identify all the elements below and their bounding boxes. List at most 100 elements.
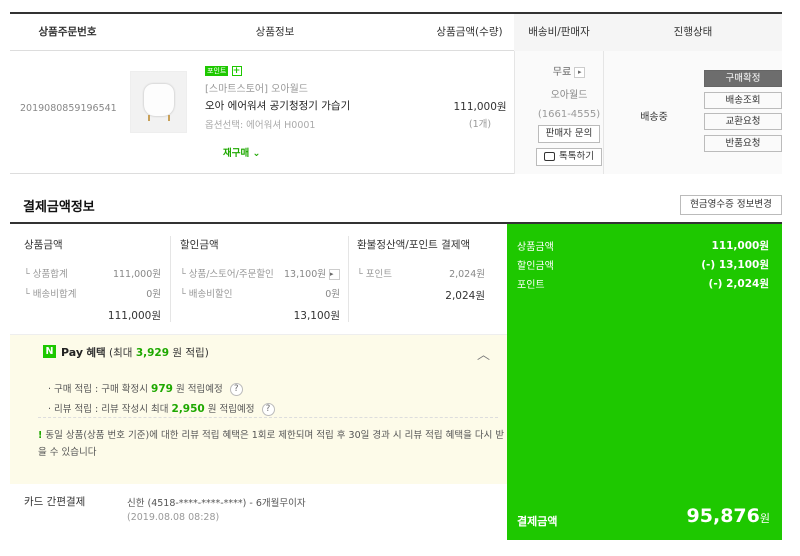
discount-product-value: 13,100원 bbox=[284, 269, 326, 280]
discount-title: 할인금액 bbox=[180, 239, 219, 251]
header-order-no: 상품주문번호 bbox=[38, 26, 97, 38]
exchange-request-button[interactable]: 교환요청 bbox=[704, 113, 782, 130]
purchase-benefit-prefix: · 구매 적립 : 구매 확정시 bbox=[48, 384, 148, 395]
purchase-benefit-value: 979 bbox=[151, 383, 173, 395]
summary-discount-label: 할인금액 bbox=[517, 261, 554, 272]
header-status: 진행상태 bbox=[604, 14, 782, 51]
discount-shipping-label: └ 배송비할인 bbox=[180, 289, 233, 300]
rebuy-label: 재구매 bbox=[223, 148, 250, 159]
summary-point-value: (-) 2,024원 bbox=[708, 278, 769, 290]
order-table-header: 상품주문번호 상품정보 상품금액(수량) 배송비/판매자 진행상태 bbox=[10, 14, 782, 51]
order-number: 2019080859196541 bbox=[20, 103, 117, 114]
seller-name: 오아월드 bbox=[550, 90, 588, 101]
point-row: └ 포인트 2,024원 bbox=[357, 266, 485, 280]
discount-total: 13,100원 bbox=[293, 310, 340, 322]
product-info: 포인트 + [스마트스토어] 오아월드 오아 에어워셔 공기청정기 가습기 옵션… bbox=[205, 66, 435, 131]
product-amount-title: 상품금액 bbox=[24, 239, 63, 251]
chevron-down-icon: ⌄ bbox=[252, 148, 261, 159]
chevron-up-icon[interactable]: ︿ bbox=[477, 344, 490, 363]
status-buttons: 구매확정 배송조회 교환요청 반품요청 bbox=[704, 70, 784, 156]
shipping-sum-row: └ 배송비합계 0원 bbox=[24, 286, 161, 300]
product-qty: (1개) bbox=[468, 119, 492, 130]
shipping-fee-label: 무료 bbox=[552, 67, 572, 78]
discount-shipping-value: 0원 bbox=[325, 289, 340, 300]
npay-logo-icon: N bbox=[43, 345, 56, 358]
shipping-sum-label: └ 배송비합계 bbox=[24, 289, 77, 300]
header-price-qty: 상품금액(수량) bbox=[436, 26, 503, 38]
summary-product-value: 111,000원 bbox=[711, 240, 769, 252]
refund-point-title: 환불정산액/포인트 결제액 bbox=[357, 239, 471, 251]
product-sum-label: └ 상품합계 bbox=[24, 269, 68, 280]
npay-benefit-header: Pay 혜택 (최대 3,929 원 적립) bbox=[61, 345, 209, 360]
final-amount-label: 결제금액 bbox=[517, 515, 558, 528]
talk-button[interactable]: 톡톡하기 bbox=[536, 148, 602, 166]
confirm-purchase-button[interactable]: 구매확정 bbox=[704, 70, 782, 87]
point-label: └ 포인트 bbox=[357, 269, 392, 280]
arrow-right-icon[interactable]: ▸ bbox=[574, 66, 586, 78]
payment-summary-panel: 상품금액 111,000원 할인금액 (-) 13,100원 포인트 (-) 2… bbox=[507, 224, 782, 540]
order-table: 상품주문번호 상품정보 상품금액(수량) 배송비/판매자 진행상태 201908… bbox=[10, 12, 782, 174]
payment-detail: 상품금액 └ 상품합계 111,000원 └ 배송비합계 0원 111,000원… bbox=[10, 224, 507, 540]
review-benefit-prefix: · 리뷰 적립 : 리뷰 작성시 최대 bbox=[48, 404, 169, 415]
cash-receipt-button[interactable]: 현금영수증 정보변경 bbox=[680, 195, 782, 215]
humidifier-image bbox=[144, 84, 174, 116]
seller-phone: (1661-4555) bbox=[537, 109, 601, 120]
discount-product-value-wrap: 13,100원 ▸ bbox=[284, 266, 340, 280]
product-thumbnail[interactable] bbox=[130, 71, 187, 133]
summary-product-label: 상품금액 bbox=[517, 242, 554, 253]
humidifier-leg bbox=[148, 115, 150, 121]
product-price: 111,000원 bbox=[453, 101, 507, 113]
price-area: 111,000원 (1개) bbox=[435, 99, 525, 130]
refund-point-section: 환불정산액/포인트 결제액 └ 포인트 2,024원 2,024원 bbox=[357, 224, 485, 334]
product-name[interactable]: 오아 에어워셔 공기청정기 가습기 bbox=[205, 98, 435, 113]
talk-button-label: 톡톡하기 bbox=[559, 151, 594, 162]
seller-inquiry-button[interactable]: 판매자 문의 bbox=[537, 125, 601, 143]
review-benefit-value: 2,950 bbox=[171, 403, 205, 415]
order-row: 2019080859196541 포인트 + [스마트스토어] 오아월드 오아 … bbox=[10, 51, 782, 174]
discount-product-row: └ 상품/스토어/주문할인 13,100원 ▸ bbox=[180, 266, 340, 280]
discount-section: 할인금액 └ 상품/스토어/주문할인 13,100원 ▸ └ 배송비할인 0원 1… bbox=[180, 224, 340, 334]
shipping-seller-area: 무료 ▸ 오아월드 (1661-4555) 판매자 문의 톡톡하기 bbox=[524, 63, 614, 166]
card-payment-label: 카드 간편결제 bbox=[24, 496, 86, 508]
product-amount-total: 111,000원 bbox=[107, 310, 161, 322]
refund-point-total: 2,024원 bbox=[445, 290, 485, 302]
shipping-fee: 무료 ▸ bbox=[524, 63, 614, 78]
chat-icon bbox=[544, 152, 556, 161]
track-delivery-button[interactable]: 배송조회 bbox=[704, 91, 782, 109]
npay-max-prefix: (최대 bbox=[109, 347, 133, 359]
final-amount-unit: 원 bbox=[759, 512, 770, 525]
summary-discount-row: 할인금액 (-) 13,100원 bbox=[517, 257, 769, 272]
discount-shipping-row: └ 배송비할인 0원 bbox=[180, 286, 340, 300]
rebuy-link[interactable]: 재구매 ⌄ bbox=[223, 145, 261, 159]
review-benefit-suffix: 원 적립예정 bbox=[207, 404, 255, 415]
point-value: 2,024원 bbox=[449, 269, 485, 280]
help-icon[interactable]: ? bbox=[229, 383, 243, 396]
header-product-info: 상품정보 bbox=[255, 26, 295, 38]
divider bbox=[348, 236, 349, 322]
product-sum-value: 111,000원 bbox=[112, 269, 161, 280]
review-notice: ! 동일 상품(상품 번호 기준)에 대한 리뷰 적립 혜택은 1회로 제한되며… bbox=[38, 427, 508, 461]
payment-info-title: 결제금액정보 bbox=[23, 200, 95, 215]
point-plus-icon: + bbox=[231, 66, 242, 76]
final-amount-value: 95,876 bbox=[686, 505, 760, 527]
summary-point-row: 포인트 (-) 2,024원 bbox=[517, 276, 769, 291]
store-name[interactable]: [스마트스토어] 오아월드 bbox=[205, 80, 435, 95]
divider bbox=[170, 236, 171, 322]
summary-product-row: 상품금액 111,000원 bbox=[517, 238, 769, 253]
npay-benefit-label: 혜택 bbox=[86, 347, 106, 359]
help-icon[interactable]: ? bbox=[261, 403, 275, 416]
card-payment-date: (2019.08.08 08:28) bbox=[127, 512, 220, 523]
summary-point-label: 포인트 bbox=[517, 280, 545, 291]
purchase-benefit-suffix: 원 적립예정 bbox=[175, 384, 223, 395]
header-shipping-seller: 배송비/판매자 bbox=[514, 14, 604, 51]
payment-box: 상품금액 └ 상품합계 111,000원 └ 배송비합계 0원 111,000원… bbox=[10, 222, 782, 540]
delivery-status: 배송중 bbox=[640, 112, 668, 123]
humidifier-leg bbox=[168, 115, 170, 121]
product-amount-section: 상품금액 └ 상품합계 111,000원 └ 배송비합계 0원 111,000원 bbox=[24, 224, 161, 334]
npay-pay-label: Pay bbox=[61, 346, 84, 359]
arrow-right-icon[interactable]: ▸ bbox=[329, 269, 340, 280]
return-request-button[interactable]: 반품요청 bbox=[704, 134, 782, 152]
npay-max-suffix: 원 적립) bbox=[172, 347, 209, 359]
exclamation-icon: ! bbox=[38, 430, 43, 441]
product-option: 옵션선택: 에어워셔 H0001 bbox=[205, 120, 316, 131]
